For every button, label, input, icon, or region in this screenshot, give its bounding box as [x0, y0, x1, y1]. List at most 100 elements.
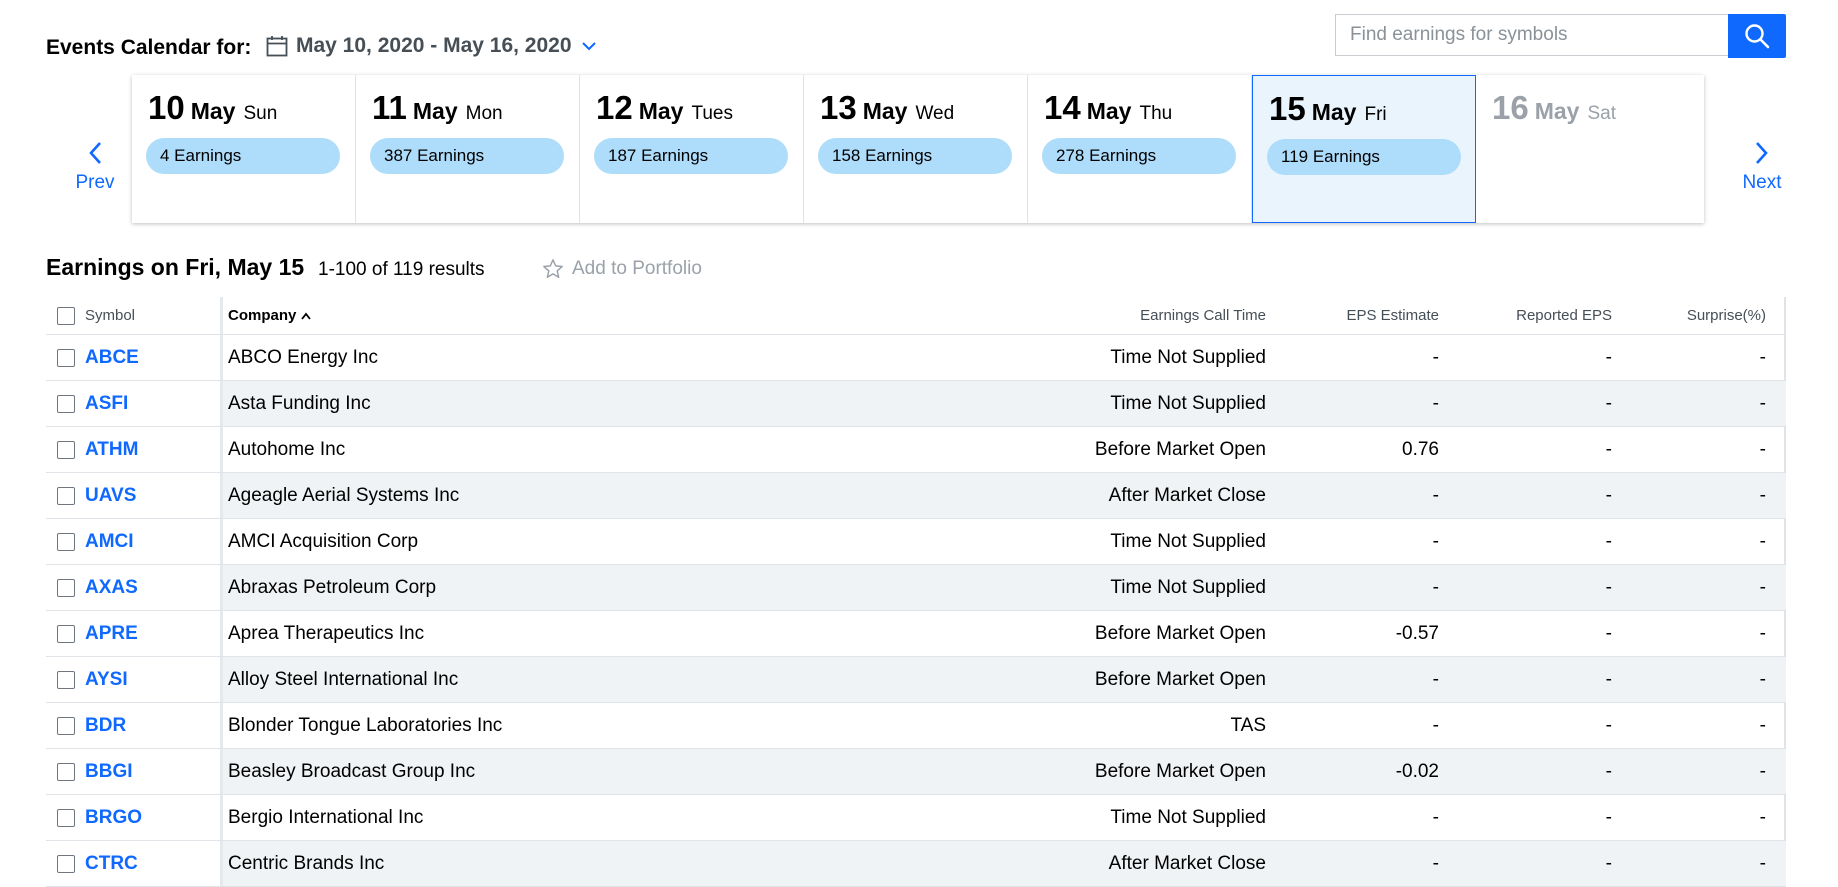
prev-label: Prev — [75, 172, 115, 193]
symbol-cell: BDR — [46, 703, 223, 748]
reported-eps-cell: - — [1605, 530, 1612, 552]
row-checkbox[interactable] — [57, 670, 75, 689]
row-checkbox[interactable] — [57, 532, 75, 551]
reported-eps-cell: - — [1605, 760, 1612, 782]
select-all-checkbox[interactable] — [57, 306, 75, 325]
surprise-cell: - — [1759, 438, 1766, 460]
call-time-cell: Before Market Open — [1094, 668, 1266, 690]
symbol-link[interactable]: UAVS — [85, 485, 136, 507]
row-checkbox[interactable] — [57, 440, 75, 459]
reported-eps-cell: - — [1605, 346, 1612, 368]
day-card-tue[interactable]: 12 May Tues 187 Earnings — [580, 75, 804, 223]
day-card-wed[interactable]: 13 May Wed 158 Earnings — [804, 75, 1028, 223]
eps-estimate-cell: - — [1432, 806, 1439, 828]
company-cell: Abraxas Petroleum Corp — [228, 576, 437, 598]
symbol-link[interactable]: APRE — [85, 623, 138, 645]
day-weekday: Sun — [243, 103, 278, 124]
symbol-header-cell: Symbol — [46, 297, 223, 334]
earnings-count-pill[interactable]: 187 Earnings — [594, 138, 788, 174]
next-week-button[interactable]: Next — [1727, 140, 1797, 194]
row-checkbox[interactable] — [57, 762, 75, 781]
row-checkbox[interactable] — [57, 394, 75, 413]
row-checkbox[interactable] — [57, 578, 75, 597]
search-button[interactable] — [1728, 14, 1786, 58]
row-checkbox[interactable] — [57, 808, 75, 827]
prev-week-button[interactable]: Prev — [60, 140, 130, 194]
day-month: May — [1086, 98, 1132, 124]
day-weekday: Mon — [465, 103, 503, 124]
company-cell: ABCO Energy Inc — [228, 346, 378, 368]
company-cell: Centric Brands Inc — [228, 852, 385, 874]
day-card-mon[interactable]: 11 May Mon 387 Earnings — [356, 75, 580, 223]
day-weekday: Fri — [1364, 104, 1387, 125]
earnings-count-pill[interactable]: 4 Earnings — [146, 138, 340, 174]
row-checkbox[interactable] — [57, 716, 75, 735]
symbol-cell: BRGO — [46, 795, 223, 840]
calendar-header: Events Calendar for: May 10, 2020 - May … — [46, 14, 1786, 62]
table-row: UAVS Ageagle Aerial Systems Inc After Ma… — [46, 473, 1786, 519]
symbol-link[interactable]: BDR — [85, 715, 126, 737]
table-row: CTRC Centric Brands Inc After Market Clo… — [46, 841, 1786, 887]
add-to-portfolio-button[interactable]: Add to Portfolio — [542, 258, 702, 280]
earnings-count-pill[interactable]: 158 Earnings — [818, 138, 1012, 174]
symbol-link[interactable]: CTRC — [85, 853, 138, 875]
day-card-fri-selected[interactable]: 15 May Fri 119 Earnings — [1252, 75, 1476, 223]
search-input[interactable] — [1335, 14, 1728, 56]
symbol-link[interactable]: AXAS — [85, 577, 138, 599]
sort-ascending-icon — [301, 312, 312, 320]
call-time-cell: After Market Close — [1108, 852, 1266, 874]
company-cell: Beasley Broadcast Group Inc — [228, 760, 476, 782]
symbol-link[interactable]: ATHM — [85, 439, 138, 461]
day-number: 15 — [1269, 90, 1306, 127]
symbol-cell: AXAS — [46, 565, 223, 610]
day-card-sun[interactable]: 10 May Sun 4 Earnings — [132, 75, 356, 223]
call-time-cell: Time Not Supplied — [1110, 806, 1266, 828]
day-strip: 10 May Sun 4 Earnings 11 May Mon 387 Earning… — [132, 75, 1704, 223]
surprise-cell: - — [1759, 346, 1766, 368]
symbol-column-header[interactable]: Symbol — [85, 307, 135, 324]
eps-estimate-column-header[interactable]: EPS Estimate — [1346, 307, 1439, 324]
symbol-link[interactable]: AMCI — [85, 531, 134, 553]
call-time-column-header[interactable]: Earnings Call Time — [1140, 307, 1266, 324]
row-checkbox[interactable] — [57, 854, 75, 873]
table-row: ASFI Asta Funding Inc Time Not Supplied … — [46, 381, 1786, 427]
day-number: 10 — [148, 89, 185, 126]
symbol-cell: BBGI — [46, 749, 223, 794]
company-column-header[interactable]: Company — [228, 307, 312, 324]
surprise-column-header[interactable]: Surprise(%) — [1687, 307, 1766, 324]
day-month: May — [638, 98, 684, 124]
company-cell: Aprea Therapeutics Inc — [228, 622, 425, 644]
symbol-link[interactable]: ABCE — [85, 347, 139, 369]
company-cell: Blonder Tongue Laboratories Inc — [228, 714, 503, 736]
surprise-cell: - — [1759, 714, 1766, 736]
table-row: ATHM Autohome Inc Before Market Open 0.7… — [46, 427, 1786, 473]
date-range-selector[interactable]: May 10, 2020 - May 16, 2020 — [266, 34, 598, 58]
symbol-link[interactable]: BBGI — [85, 761, 133, 783]
day-weekday: Wed — [915, 103, 955, 124]
day-month: May — [412, 98, 458, 124]
company-cell: Asta Funding Inc — [228, 392, 371, 414]
earnings-table: Symbol Company Earnings Call Time EPS Es… — [46, 297, 1786, 887]
date-range-label: May 10, 2020 - May 16, 2020 — [296, 34, 572, 57]
day-month: May — [1311, 99, 1357, 125]
symbol-link[interactable]: AYSI — [85, 669, 128, 691]
eps-estimate-cell: 0.76 — [1402, 438, 1439, 460]
symbol-link[interactable]: BRGO — [85, 807, 142, 829]
eps-estimate-cell: - — [1432, 668, 1439, 690]
row-checkbox[interactable] — [57, 348, 75, 367]
day-number: 14 — [1044, 89, 1081, 126]
surprise-cell: - — [1759, 530, 1766, 552]
earnings-count-pill[interactable]: 387 Earnings — [370, 138, 564, 174]
day-card-thu[interactable]: 14 May Thu 278 Earnings — [1028, 75, 1252, 223]
eps-estimate-cell: - — [1432, 576, 1439, 598]
row-checkbox[interactable] — [57, 624, 75, 643]
symbol-cell: AMCI — [46, 519, 223, 564]
call-time-cell: Before Market Open — [1094, 438, 1266, 460]
earnings-count-pill[interactable]: 119 Earnings — [1267, 139, 1461, 175]
reported-eps-column-header[interactable]: Reported EPS — [1516, 307, 1612, 324]
earnings-count-pill[interactable]: 278 Earnings — [1042, 138, 1236, 174]
symbol-cell: CTRC — [46, 841, 223, 886]
star-icon — [543, 259, 563, 278]
symbol-link[interactable]: ASFI — [85, 393, 128, 415]
row-checkbox[interactable] — [57, 486, 75, 505]
